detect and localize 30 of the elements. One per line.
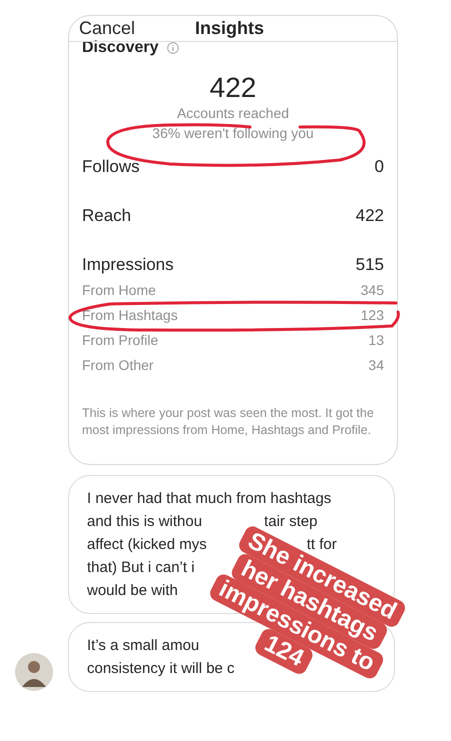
footnote: This is where your post was seen the most. It got the most impressions from Home, Hashtags and Profile. xyxy=(82,405,375,439)
message-text: I never had that much from hashtags xyxy=(87,489,332,509)
reach-number: 422 xyxy=(210,72,256,104)
message-text: affect (kicked mys xyxy=(87,535,207,555)
metric-value: 0 xyxy=(374,157,384,177)
metric-value: 345 xyxy=(360,281,384,300)
non-follower-note: 36% weren't following you xyxy=(152,125,314,141)
metric-label: From Other xyxy=(82,356,154,375)
avatar[interactable] xyxy=(15,653,53,691)
metric-value: 422 xyxy=(356,206,384,226)
reach-label: Accounts reached xyxy=(176,105,290,121)
cancel-button[interactable]: Cancel xyxy=(79,16,136,38)
metric-value: 34 xyxy=(368,356,384,375)
metric-label: Reach xyxy=(82,206,132,226)
message-text: It’s a small amou xyxy=(87,636,200,656)
metric-value: 123 xyxy=(360,306,384,325)
metric-label: Follows xyxy=(82,157,140,177)
metric-label: From Profile xyxy=(82,331,158,350)
section-title: Discovery xyxy=(82,38,158,58)
message-text: would be with xyxy=(87,581,178,601)
info-icon[interactable] xyxy=(166,42,178,54)
metric-value: 13 xyxy=(368,331,384,350)
metric-label: Impressions xyxy=(82,255,174,275)
metric-value: 515 xyxy=(356,255,384,275)
message-text: that) But i can’t i xyxy=(87,558,195,578)
message-text: and this is withou xyxy=(87,512,202,532)
metric-label: From Hashtags xyxy=(82,306,178,325)
message-text: tt for xyxy=(306,535,337,554)
metric-label: From Home xyxy=(82,281,156,300)
screen-title: Insights xyxy=(195,16,264,38)
